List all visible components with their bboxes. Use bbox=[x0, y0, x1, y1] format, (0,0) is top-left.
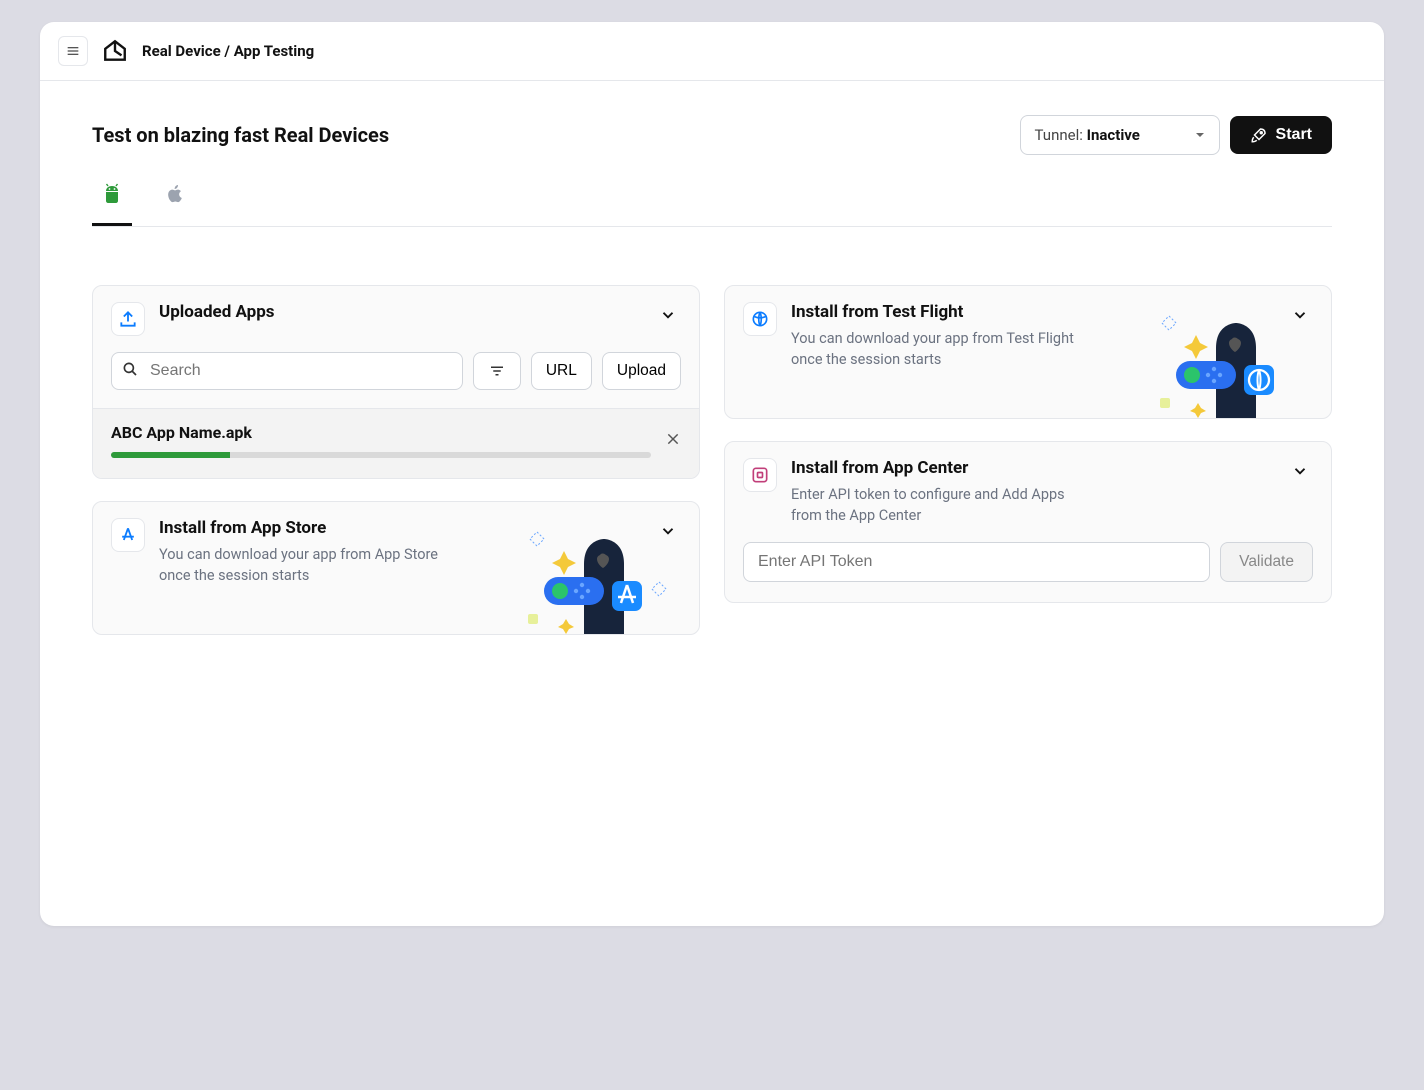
url-button[interactable]: URL bbox=[531, 352, 592, 390]
menu-icon bbox=[65, 43, 81, 59]
tunnel-status: Inactive bbox=[1087, 126, 1140, 144]
api-row: Validate bbox=[725, 542, 1331, 602]
tab-ios[interactable] bbox=[156, 177, 194, 226]
apple-icon bbox=[164, 183, 186, 205]
search-icon bbox=[121, 360, 139, 382]
menu-button[interactable] bbox=[58, 36, 88, 66]
upload-left: ABC App Name.apk bbox=[111, 423, 651, 458]
app-store-toggle[interactable] bbox=[655, 518, 681, 548]
uploading-file-name: ABC App Name.apk bbox=[111, 423, 651, 442]
upload-button[interactable]: Upload bbox=[602, 352, 681, 390]
chevron-down-icon bbox=[1291, 462, 1309, 480]
filter-icon bbox=[488, 362, 506, 380]
header-row: Test on blazing fast Real Devices Tunnel… bbox=[92, 115, 1332, 155]
rocket-icon bbox=[1250, 126, 1268, 144]
cards-grid: Uploaded Apps bbox=[92, 285, 1332, 635]
start-button[interactable]: Start bbox=[1230, 116, 1332, 154]
right-column: Install from Test Flight You can downloa… bbox=[724, 285, 1332, 603]
test-flight-header: Install from Test Flight You can downloa… bbox=[725, 286, 1331, 418]
cancel-upload-button[interactable] bbox=[665, 431, 681, 451]
android-icon bbox=[100, 183, 124, 207]
test-flight-card: Install from Test Flight You can downloa… bbox=[724, 285, 1332, 419]
logo-icon bbox=[102, 38, 128, 64]
test-flight-title: Install from Test Flight bbox=[791, 302, 1273, 322]
uploaded-title: Uploaded Apps bbox=[159, 302, 641, 322]
app-center-icon bbox=[750, 465, 770, 485]
app-store-header: Install from App Store You can download … bbox=[93, 502, 699, 634]
app-center-toggle[interactable] bbox=[1287, 458, 1313, 488]
app-center-title: Install from App Center bbox=[791, 458, 1273, 478]
tunnel-text: Tunnel: Inactive bbox=[1035, 126, 1140, 144]
app-store-icon-box bbox=[111, 518, 145, 552]
tunnel-label: Tunnel: bbox=[1035, 126, 1083, 144]
breadcrumb: Real Device / App Testing bbox=[142, 42, 314, 60]
chevron-down-icon bbox=[1291, 306, 1309, 324]
content: Test on blazing fast Real Devices Tunnel… bbox=[40, 81, 1384, 926]
search-input[interactable] bbox=[111, 352, 463, 390]
tab-android[interactable] bbox=[92, 177, 132, 226]
progress-bar bbox=[111, 452, 651, 458]
page-title: Test on blazing fast Real Devices bbox=[92, 123, 389, 147]
left-column: Uploaded Apps bbox=[92, 285, 700, 635]
chevron-down-icon bbox=[659, 306, 677, 324]
os-tabs bbox=[92, 177, 1332, 227]
app-store-desc: You can download your app from App Store… bbox=[159, 544, 459, 586]
app-center-icon-box bbox=[743, 458, 777, 492]
search-row: URL Upload bbox=[93, 352, 699, 408]
app-window: Real Device / App Testing Test on blazin… bbox=[40, 22, 1384, 926]
chevron-down-icon bbox=[659, 522, 677, 540]
header-actions: Tunnel: Inactive Start bbox=[1020, 115, 1332, 155]
app-center-card: Install from App Center Enter API token … bbox=[724, 441, 1332, 603]
uploaded-toggle[interactable] bbox=[655, 302, 681, 332]
close-icon bbox=[665, 431, 681, 447]
search-wrap bbox=[111, 352, 463, 390]
tunnel-dropdown[interactable]: Tunnel: Inactive bbox=[1020, 115, 1220, 155]
topbar: Real Device / App Testing bbox=[40, 22, 1384, 81]
test-flight-desc: You can download your app from Test Flig… bbox=[791, 328, 1091, 370]
test-flight-toggle[interactable] bbox=[1287, 302, 1313, 332]
upload-icon-box bbox=[111, 302, 145, 336]
app-center-header: Install from App Center Enter API token … bbox=[725, 442, 1331, 542]
caret-down-icon bbox=[1195, 130, 1205, 140]
test-flight-icon bbox=[750, 309, 770, 329]
app-center-desc: Enter API token to configure and Add App… bbox=[791, 484, 1091, 526]
app-store-title: Install from App Store bbox=[159, 518, 641, 538]
api-token-input[interactable] bbox=[743, 542, 1210, 582]
app-store-card: Install from App Store You can download … bbox=[92, 501, 700, 635]
uploaded-apps-card: Uploaded Apps bbox=[92, 285, 700, 479]
app-store-icon bbox=[118, 525, 138, 545]
upload-icon bbox=[118, 309, 138, 329]
upload-progress-row: ABC App Name.apk bbox=[93, 408, 699, 478]
test-flight-icon-box bbox=[743, 302, 777, 336]
progress-fill bbox=[111, 452, 230, 458]
uploaded-header: Uploaded Apps bbox=[93, 286, 699, 352]
filter-button[interactable] bbox=[473, 352, 521, 390]
start-label: Start bbox=[1276, 126, 1312, 144]
validate-button[interactable]: Validate bbox=[1220, 542, 1313, 582]
